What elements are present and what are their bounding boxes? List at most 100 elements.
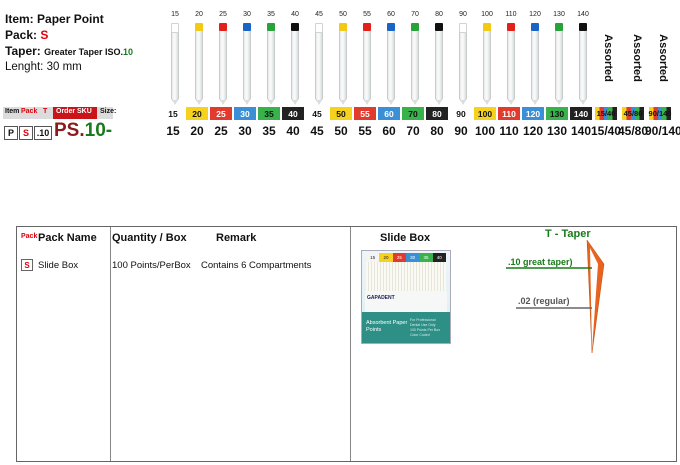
point-color-cap xyxy=(195,23,203,31)
point-size-label: 25 xyxy=(219,11,227,18)
size-number: 25 xyxy=(214,124,228,138)
point-color-cap xyxy=(459,23,467,33)
item-line: Item: Paper Point xyxy=(5,12,104,26)
box-size-label: 40 xyxy=(432,253,446,262)
paper-point xyxy=(435,23,443,105)
point-color-cap xyxy=(267,23,275,31)
taper-line: Taper: Greater Taper ISO.10 xyxy=(5,44,133,59)
point-size-label: 15 xyxy=(171,11,179,18)
size-color-swatch: 130 xyxy=(546,107,568,120)
pack-small-label: Pack xyxy=(21,233,38,240)
point-color-cap xyxy=(483,23,491,31)
remark-header: Remark xyxy=(216,232,257,244)
point-tip xyxy=(364,100,370,105)
sku-code-p: P xyxy=(4,126,18,140)
pack-label: Pack: xyxy=(5,28,38,42)
point-tip xyxy=(340,100,346,105)
size-color-swatch: 100 xyxy=(474,107,496,120)
point-size-label: 140 xyxy=(577,11,589,18)
size-color-swatch: 30 xyxy=(234,107,256,120)
row-pack-name: Slide Box xyxy=(38,260,79,271)
size-color-swatch: 20 xyxy=(186,107,208,120)
point-tip xyxy=(436,100,442,105)
taper-suffix: 10 xyxy=(123,47,134,57)
size-color-swatch: 90/140 xyxy=(648,107,672,120)
size-number: 15/40 xyxy=(591,124,622,138)
size-number: 90/140 xyxy=(645,124,680,138)
box-size-label: 25 xyxy=(392,253,406,262)
point-tip xyxy=(220,100,226,105)
size-number: 130 xyxy=(546,124,568,138)
box-brand: GAPADENT xyxy=(367,295,395,301)
size-number: 90 xyxy=(454,124,468,138)
point-size-label: 120 xyxy=(529,11,541,18)
point-tip xyxy=(412,100,418,105)
slide-box-header: Slide Box xyxy=(380,232,431,244)
table-divider-1 xyxy=(110,227,111,461)
point-size-label: 45 xyxy=(315,11,323,18)
point-size-label: 110 xyxy=(505,11,517,18)
size-number: 110 xyxy=(499,124,519,138)
point-color-cap xyxy=(363,23,371,31)
point-size-label: 55 xyxy=(363,11,371,18)
sku-header-size: Size: xyxy=(100,108,117,115)
point-tip xyxy=(556,100,562,105)
point-tip xyxy=(580,100,586,105)
sku-header-order: Order SKU xyxy=(56,108,92,115)
size-number: 100 xyxy=(474,124,496,138)
pack-value: S xyxy=(40,28,49,42)
slide-box-image: 15 20 25 30 35 40 GAPADENT Absorbent Paper Poi… xyxy=(361,250,451,344)
point-color-cap xyxy=(555,23,563,31)
paper-point xyxy=(579,23,587,105)
paper-point xyxy=(531,23,539,105)
box-subtext: For Professional Dental Use Only 100 Point… xyxy=(410,318,440,337)
paper-point xyxy=(363,23,371,105)
sku-prefix: PS. xyxy=(54,120,85,141)
point-size-label: 60 xyxy=(387,11,395,18)
pack-line: Pack: S xyxy=(5,28,48,42)
sku-header-t: T xyxy=(43,108,48,115)
size-number: 35 xyxy=(262,124,276,138)
point-color-cap xyxy=(411,23,419,31)
point-color-cap xyxy=(579,23,587,31)
callout-regular: .02 (regular) xyxy=(518,296,570,306)
length-label: Lenght: xyxy=(5,61,44,73)
point-size-label: 20 xyxy=(195,11,203,18)
box-size-label: 15 xyxy=(366,253,380,262)
size-color-swatch: 140 xyxy=(570,107,592,120)
size-color-swatch: 90 xyxy=(450,107,472,120)
callout-great-taper: .10 great taper) xyxy=(508,257,573,267)
sku-header-pack: Pack xyxy=(21,108,38,115)
size-color-swatch: 70 xyxy=(402,107,424,120)
point-tip xyxy=(316,100,322,105)
point-size-label: 90 xyxy=(459,11,467,18)
point-tip xyxy=(244,100,250,105)
point-color-cap xyxy=(291,23,299,31)
paper-point xyxy=(387,23,395,105)
point-size-label: 130 xyxy=(553,11,565,18)
point-tip xyxy=(532,100,538,105)
assorted-label-1: Assorted xyxy=(602,34,614,82)
point-color-cap xyxy=(219,23,227,31)
size-number: 45/80 xyxy=(618,124,649,138)
size-color-swatch: 15/40 xyxy=(595,107,617,120)
point-size-label: 40 xyxy=(291,11,299,18)
paper-point xyxy=(243,23,251,105)
paper-point xyxy=(195,23,203,105)
size-number: 20 xyxy=(190,124,204,138)
paper-point xyxy=(483,23,491,105)
point-tip xyxy=(484,100,490,105)
paper-point xyxy=(219,23,227,105)
point-tip xyxy=(196,100,202,105)
box-title: Absorbent Paper Points xyxy=(366,320,408,333)
size-number: 45 xyxy=(310,124,324,138)
point-size-label: 35 xyxy=(267,11,275,18)
box-size-label: 30 xyxy=(405,253,420,262)
paper-point xyxy=(171,23,179,105)
size-color-swatch: 60 xyxy=(378,107,400,120)
size-color-swatch: 50 xyxy=(330,107,352,120)
point-color-cap xyxy=(507,23,515,31)
size-number: 50 xyxy=(334,124,348,138)
length-line: Lenght: 30 mm xyxy=(5,60,82,74)
size-number: 40 xyxy=(286,124,300,138)
